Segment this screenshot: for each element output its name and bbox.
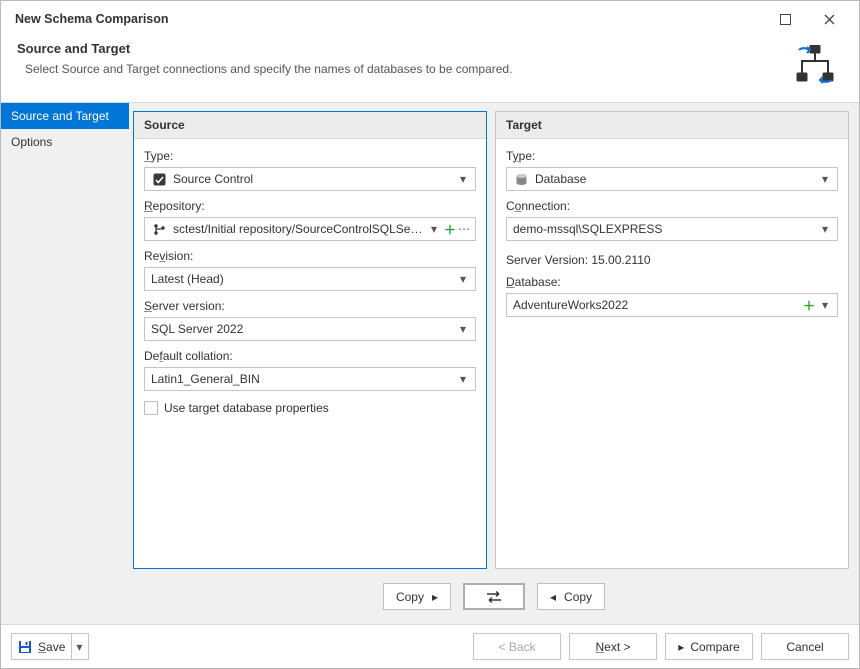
copy-right-label: Copy (396, 590, 424, 604)
source-type-select[interactable]: Source Control ▾ (144, 167, 476, 191)
close-icon (824, 14, 835, 25)
source-server-version-label: Server version: (144, 299, 476, 313)
copy-bar: Copy ▸ ◂ Copy (129, 577, 859, 624)
source-server-version-value: SQL Server 2022 (151, 322, 455, 336)
copy-to-target-button[interactable]: Copy ▸ (383, 583, 451, 610)
title-bar: New Schema Comparison (1, 1, 859, 37)
chevron-down-icon[interactable]: ▾ (455, 172, 471, 186)
source-collation-label: Default collation: (144, 349, 476, 363)
source-type-value: Source Control (173, 172, 455, 186)
source-collation-value: Latin1_General_BIN (151, 372, 455, 386)
target-database-select[interactable]: AdventureWorks2022 ＋ ▾ (506, 293, 838, 317)
target-server-version-text: Server Version: 15.00.2110 (506, 251, 838, 271)
footer: Save ▾ < Back Next > ▸ Compare Cancel (1, 624, 859, 668)
page-description: Select Source and Target connections and… (17, 62, 793, 76)
compare-button[interactable]: ▸ Compare (665, 633, 753, 660)
source-server-version-select[interactable]: SQL Server 2022 ▾ (144, 317, 476, 341)
chevron-down-icon: ▾ (76, 640, 82, 654)
chevron-down-icon[interactable]: ▾ (455, 372, 471, 386)
maximize-button[interactable] (763, 5, 807, 33)
window-title: New Schema Comparison (9, 12, 169, 26)
source-control-icon (151, 173, 167, 186)
copy-left-label: Copy (564, 590, 592, 604)
target-type-select[interactable]: Database ▾ (506, 167, 838, 191)
source-revision-label: Revision: (144, 249, 476, 263)
source-revision-select[interactable]: Latest (Head) ▾ (144, 267, 476, 291)
cancel-button[interactable]: Cancel (761, 633, 849, 660)
chevron-down-icon[interactable]: ▾ (426, 222, 442, 236)
branch-icon (151, 223, 167, 236)
more-button[interactable]: ⋯ (458, 222, 471, 236)
close-button[interactable] (807, 5, 851, 33)
maximize-icon (780, 14, 791, 25)
source-repository-label: Repository: (144, 199, 476, 213)
target-database-label: Database: (506, 275, 838, 289)
sidebar-item-source-target[interactable]: Source and Target (1, 103, 129, 129)
add-repository-button[interactable]: ＋ (444, 221, 456, 238)
chevron-down-icon[interactable]: ▾ (817, 298, 833, 312)
chevron-down-icon[interactable]: ▾ (455, 272, 471, 286)
swap-button[interactable] (463, 583, 525, 610)
source-panel: Source Type: Source Control ▾ Repository… (133, 111, 487, 569)
window: New Schema Comparison Source and Target … (0, 0, 860, 669)
target-type-value: Database (535, 172, 817, 186)
copy-to-source-button[interactable]: ◂ Copy (537, 583, 605, 610)
source-panel-title: Source (134, 112, 486, 139)
target-connection-label: Connection: (506, 199, 838, 213)
source-repository-select[interactable]: sctest/Initial repository/SourceControlS… (144, 217, 476, 241)
add-database-button[interactable]: ＋ (803, 297, 815, 314)
compare-label: Compare (690, 640, 739, 654)
arrow-left-icon: ◂ (550, 590, 556, 604)
target-panel: Target Type: Database ▾ Connection: demo… (495, 111, 849, 569)
save-dropdown[interactable]: ▾ (71, 634, 86, 659)
body: Source and Target Options Source Type: S… (1, 103, 859, 624)
source-revision-value: Latest (Head) (151, 272, 455, 286)
use-target-checkbox[interactable] (144, 401, 158, 415)
target-connection-value: demo-mssql\SQLEXPRESS (513, 222, 817, 236)
source-collation-select[interactable]: Latin1_General_BIN ▾ (144, 367, 476, 391)
target-panel-title: Target (496, 112, 848, 139)
sidebar-item-options[interactable]: Options (1, 129, 129, 155)
target-database-value: AdventureWorks2022 (513, 298, 803, 312)
arrow-right-icon: ▸ (432, 590, 438, 604)
next-button[interactable]: Next > (569, 633, 657, 660)
save-icon (18, 640, 32, 654)
back-button: < Back (473, 633, 561, 660)
source-repository-value: sctest/Initial repository/SourceControlS… (173, 222, 426, 236)
target-type-label: Type: (506, 149, 838, 163)
save-button[interactable]: Save ▾ (11, 633, 89, 660)
sidebar: Source and Target Options (1, 103, 129, 624)
swap-icon (485, 591, 503, 603)
compare-logo (793, 41, 843, 88)
chevron-down-icon[interactable]: ▾ (455, 322, 471, 336)
database-icon (513, 173, 529, 186)
page-title: Source and Target (17, 41, 793, 56)
chevron-down-icon[interactable]: ▾ (817, 172, 833, 186)
compare-icon: ▸ (678, 640, 684, 654)
source-type-label: Type: (144, 149, 476, 163)
save-label: Save (38, 640, 65, 654)
target-connection-select[interactable]: demo-mssql\SQLEXPRESS ▾ (506, 217, 838, 241)
use-target-label: Use target database properties (164, 401, 329, 415)
header: Source and Target Select Source and Targ… (1, 37, 859, 103)
chevron-down-icon[interactable]: ▾ (817, 222, 833, 236)
panels: Source Type: Source Control ▾ Repository… (129, 103, 859, 577)
